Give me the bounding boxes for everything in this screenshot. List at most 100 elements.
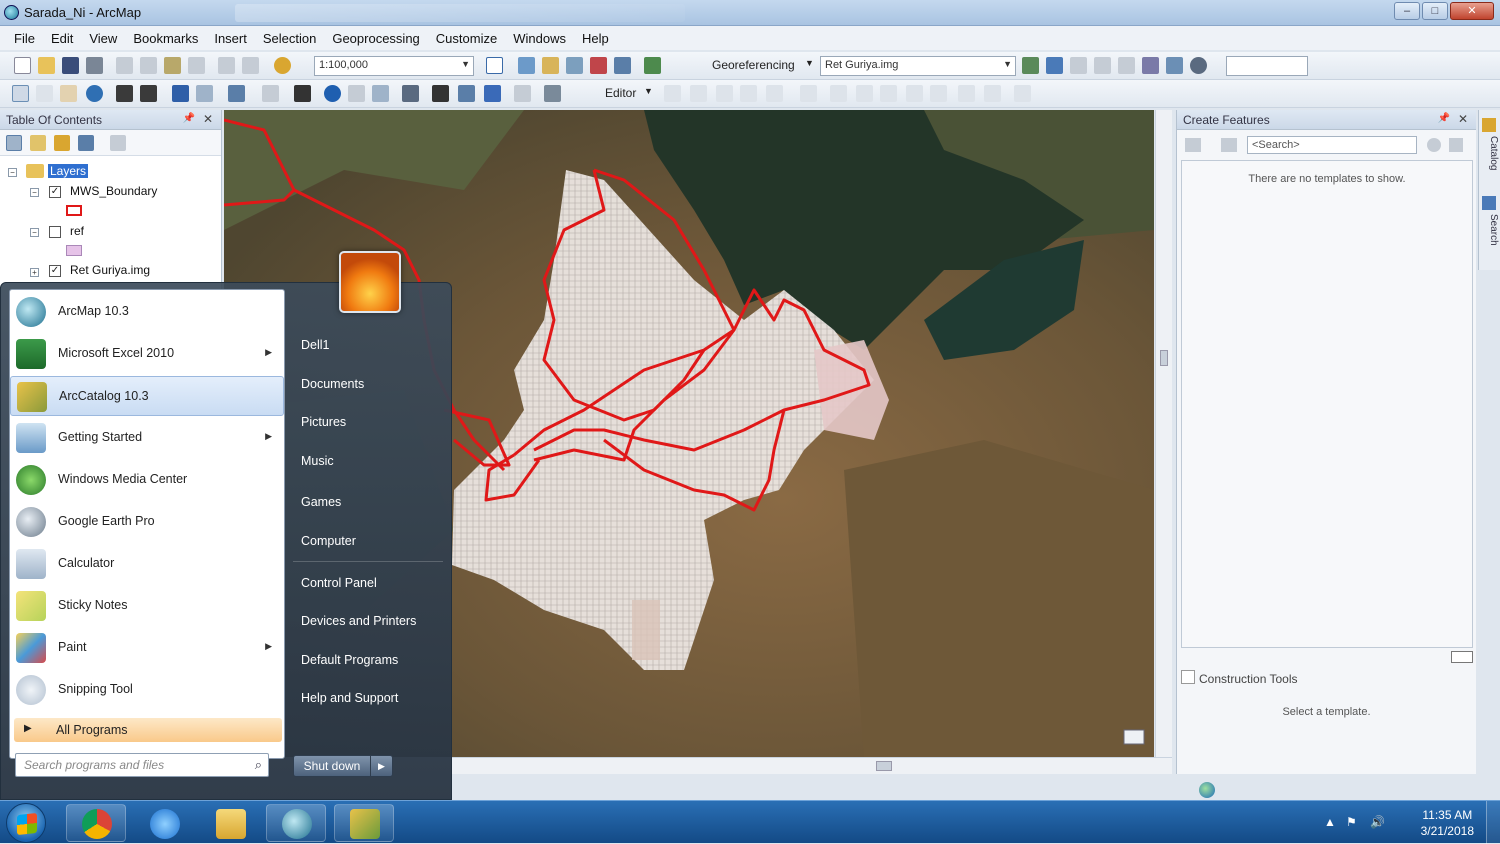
layer-checkbox-ret-guriya[interactable]: ✓: [49, 265, 61, 277]
menu-view[interactable]: View: [81, 31, 125, 46]
save-icon[interactable]: [62, 57, 79, 74]
undo-icon[interactable]: [218, 57, 235, 74]
menu-bookmarks[interactable]: Bookmarks: [125, 31, 206, 46]
print-icon[interactable]: [86, 57, 103, 74]
cut-polygons-icon[interactable]: [856, 85, 873, 102]
show-hidden-icons[interactable]: ▲: [1324, 815, 1336, 829]
auto-registration-icon[interactable]: [1118, 57, 1135, 74]
options-icon[interactable]: [110, 135, 126, 151]
identify-icon[interactable]: [324, 85, 341, 102]
select-features-icon[interactable]: [228, 85, 245, 102]
search-icon[interactable]: ⌕: [255, 757, 262, 773]
back-arrow-icon[interactable]: [172, 85, 189, 102]
clock[interactable]: 11:35 AM 3/21/2018: [1421, 807, 1474, 839]
editor-menu[interactable]: Editor: [605, 86, 636, 100]
start-link-control-panel[interactable]: Control Panel: [301, 576, 377, 590]
new-document-icon[interactable]: [14, 57, 31, 74]
start-link-pictures[interactable]: Pictures: [301, 415, 346, 429]
shutdown-options-button[interactable]: ▶: [371, 755, 393, 777]
layer-checkbox-ref[interactable]: [49, 226, 61, 238]
split-icon[interactable]: [880, 85, 897, 102]
taskbar-file-explorer[interactable]: [200, 804, 260, 842]
rotate-feature-icon[interactable]: [906, 85, 923, 102]
georeferencing-menu[interactable]: Georeferencing: [712, 58, 795, 72]
maximize-button[interactable]: □: [1422, 2, 1448, 20]
scale-icon[interactable]: [1094, 57, 1111, 74]
trace-icon[interactable]: [766, 85, 783, 102]
collapse-icon[interactable]: −: [30, 188, 39, 197]
expand-icon[interactable]: +: [30, 268, 39, 277]
end-point-arc-icon[interactable]: [740, 85, 757, 102]
reset-transformation-icon[interactable]: [1190, 57, 1207, 74]
pin-icon[interactable]: 📌: [183, 113, 195, 124]
reshape-icon[interactable]: [830, 85, 847, 102]
program-getting-started[interactable]: Getting Started ▶: [10, 418, 284, 458]
snapping-icon[interactable]: [1014, 85, 1031, 102]
link-table-icon[interactable]: [1166, 57, 1183, 74]
straight-segment-icon[interactable]: [716, 85, 733, 102]
edit-tool-icon[interactable]: [664, 85, 681, 102]
full-extent-icon[interactable]: [86, 85, 103, 102]
start-link-devices-printers[interactable]: Devices and Printers: [301, 614, 416, 628]
go-to-xy-icon[interactable]: [484, 85, 501, 102]
start-button[interactable]: [6, 803, 46, 843]
cut-icon[interactable]: [116, 57, 133, 74]
menu-file[interactable]: File: [6, 31, 43, 46]
start-link-games[interactable]: Games: [301, 495, 341, 509]
pin-icon[interactable]: 📌: [1438, 113, 1450, 124]
program-excel[interactable]: Microsoft Excel 2010 ▶: [10, 334, 284, 374]
select-elements-icon[interactable]: [294, 85, 311, 102]
menu-windows[interactable]: Windows: [505, 31, 574, 46]
fixed-zoom-out-icon[interactable]: [140, 85, 157, 102]
table-of-contents-window-icon[interactable]: [518, 57, 535, 74]
map-vertical-scrollbar[interactable]: [1155, 110, 1172, 757]
volume-icon[interactable]: 🔊: [1370, 815, 1385, 829]
template-search-input[interactable]: <Search>: [1247, 136, 1417, 154]
menu-geoprocessing[interactable]: Geoprocessing: [324, 31, 427, 46]
clear-search-icon[interactable]: [1449, 138, 1463, 152]
network-icon[interactable]: ⚑: [1346, 815, 1357, 829]
measure-icon[interactable]: [402, 85, 419, 102]
close-button[interactable]: ✕: [1450, 2, 1494, 20]
program-media-center[interactable]: Windows Media Center: [10, 460, 284, 500]
user-picture[interactable]: [339, 251, 401, 313]
sketch-properties-icon[interactable]: [958, 85, 975, 102]
program-calculator[interactable]: Calculator: [10, 544, 284, 584]
redo-icon[interactable]: [242, 57, 259, 74]
template-view-icon[interactable]: [1221, 138, 1237, 152]
start-link-user[interactable]: Dell1: [301, 338, 330, 352]
time-slider-icon[interactable]: [514, 85, 531, 102]
taskbar-chrome[interactable]: [66, 804, 126, 842]
show-desktop-button[interactable]: [1486, 801, 1500, 844]
rotate-icon[interactable]: [1022, 57, 1039, 74]
create-viewer-window-icon[interactable]: [544, 85, 561, 102]
shift-icon[interactable]: [1070, 57, 1087, 74]
hyperlink-icon[interactable]: [348, 85, 365, 102]
program-snipping-tool[interactable]: Snipping Tool: [10, 670, 284, 710]
delete-icon[interactable]: [188, 57, 205, 74]
start-link-music[interactable]: Music: [301, 454, 334, 468]
copy-icon[interactable]: [140, 57, 157, 74]
catalog-window-icon[interactable]: [542, 57, 559, 74]
map-scale-combo[interactable]: 1:100,000 ▼: [314, 56, 474, 76]
map-horizontal-scrollbar[interactable]: [452, 757, 1172, 774]
edit-annotation-icon[interactable]: [690, 85, 707, 102]
clear-selection-icon[interactable]: [262, 85, 279, 102]
search-icon[interactable]: [1427, 138, 1441, 152]
map-overview-icon[interactable]: [1123, 729, 1145, 745]
model-builder-icon[interactable]: [644, 57, 661, 74]
python-window-icon[interactable]: [614, 57, 631, 74]
search-window-icon[interactable]: [566, 57, 583, 74]
forward-arrow-icon[interactable]: [196, 85, 213, 102]
program-google-earth[interactable]: Google Earth Pro: [10, 502, 284, 542]
start-search-input[interactable]: Search programs and files ⌕: [15, 753, 269, 777]
program-sticky-notes[interactable]: Sticky Notes: [10, 586, 284, 626]
arctoolbox-icon[interactable]: [590, 57, 607, 74]
taskbar-internet-explorer[interactable]: [134, 804, 194, 842]
menu-insert[interactable]: Insert: [206, 31, 255, 46]
georef-input-box[interactable]: [1226, 56, 1308, 76]
collapse-icon[interactable]: −: [8, 168, 17, 177]
start-link-computer[interactable]: Computer: [301, 534, 356, 548]
layer-checkbox-mws-boundary[interactable]: ✓: [49, 186, 61, 198]
all-programs-button[interactable]: ▶ All Programs: [14, 718, 282, 742]
